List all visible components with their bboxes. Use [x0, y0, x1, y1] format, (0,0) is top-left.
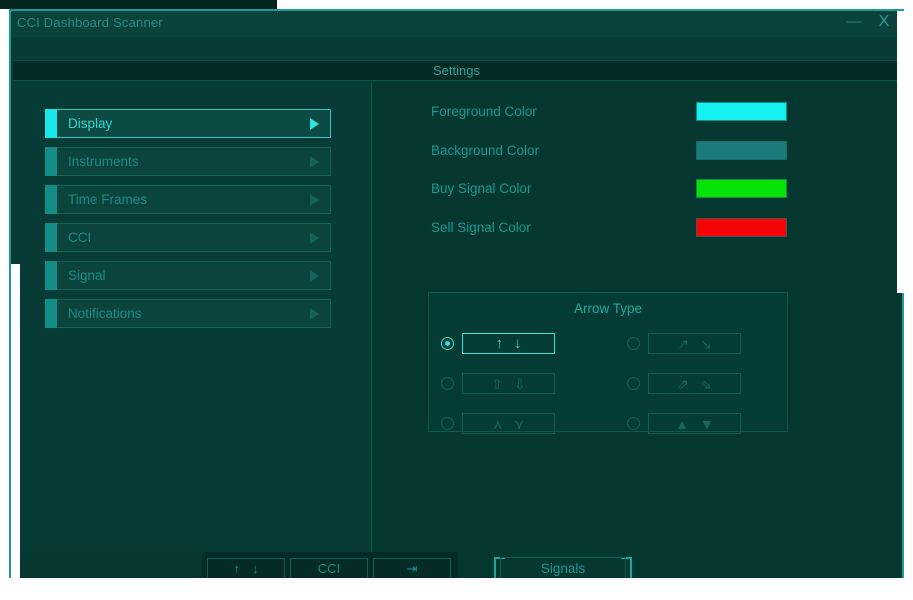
close-button[interactable]: X	[876, 13, 892, 31]
chevron-right-icon	[310, 155, 319, 168]
sidebar-item-notifications[interactable]: Notifications	[45, 299, 331, 328]
settings-header: Settings	[13, 60, 900, 81]
arrow-down-icon: ⇩	[514, 375, 526, 392]
arrow-down-icon: ↘	[700, 335, 712, 352]
arrow-down-icon: ⇘	[700, 375, 712, 392]
sidebar-nav: Display Instruments Time Frames CCI Sign…	[45, 109, 331, 337]
align-start-icon: ⇥	[406, 561, 418, 576]
sidebar-accent-bar	[45, 109, 57, 138]
arrow-up-icon: ⋏	[492, 415, 503, 432]
app-window: CCI Dashboard Scanner — X Settings Displ…	[9, 9, 906, 589]
title-bar: CCI Dashboard Scanner — X	[11, 11, 902, 37]
sidebar-accent-bar	[45, 261, 57, 290]
main-content: Display Instruments Time Frames CCI Sign…	[13, 82, 900, 552]
window-title: CCI Dashboard Scanner	[17, 15, 163, 30]
sidebar-item-label: CCI	[68, 230, 92, 245]
window-shadow-top	[0, 0, 277, 9]
arrow-preview-diagonal-outline[interactable]: ⇗ ⇘	[648, 373, 741, 394]
color-row-sell-signal: Sell Signal Color	[431, 217, 851, 257]
sidebar-item-instruments[interactable]: Instruments	[45, 147, 331, 176]
signals-button-wrap: Signals	[494, 557, 632, 584]
sidebar-accent-bar	[45, 223, 57, 252]
triangle-down-icon: ▼	[700, 415, 714, 432]
cci-button[interactable]: CCI	[290, 558, 368, 579]
arrow-preview-triangle[interactable]: ▲ ▼	[648, 413, 741, 434]
sidebar-item-label: Notifications	[68, 306, 142, 321]
arrow-type-title: Arrow Type	[573, 301, 643, 316]
radio-arrow-filled[interactable]	[441, 337, 454, 350]
radio-arrow-chevron[interactable]	[441, 417, 454, 430]
radio-arrow-diagonal[interactable]	[627, 337, 640, 350]
color-row-buy-signal: Buy Signal Color	[431, 179, 851, 218]
arrow-down-icon: ⋎	[514, 415, 525, 432]
color-label: Buy Signal Color	[431, 181, 532, 196]
window-right-gutter	[897, 11, 906, 293]
arrow-preview-outline[interactable]: ⇧ ⇩	[462, 373, 555, 394]
align-start-button[interactable]: ⇥	[373, 558, 451, 579]
chevron-right-icon	[310, 117, 319, 130]
signals-button[interactable]: Signals	[500, 557, 626, 580]
arrow-option-diagonal-outline[interactable]: ⇗ ⇘	[627, 373, 741, 394]
sidebar: Display Instruments Time Frames CCI Sign…	[13, 82, 372, 552]
chevron-right-icon	[310, 231, 319, 244]
color-settings-group: Foreground Color Background Color Buy Si…	[431, 102, 851, 256]
cci-button-label: CCI	[317, 561, 341, 576]
background-color-swatch[interactable]	[696, 140, 787, 160]
chevron-right-icon	[310, 307, 319, 320]
window-bottom-gutter	[0, 578, 913, 600]
sidebar-accent-bar	[45, 185, 57, 214]
arrow-option-chevron[interactable]: ⋏ ⋎	[441, 413, 555, 434]
radio-arrow-diagonal-outline[interactable]	[627, 377, 640, 390]
arrow-preview-chevron[interactable]: ⋏ ⋎	[462, 413, 555, 434]
sidebar-item-label: Time Frames	[68, 192, 148, 207]
sell-signal-color-swatch[interactable]	[696, 217, 787, 237]
arrow-type-group: Arrow Type ↑ ↓ ⇧ ⇩ ⋏ ⋎ ↗ ↘ ⇗ ⇘ ▲ ▼	[428, 292, 788, 434]
radio-arrow-outline[interactable]	[441, 377, 454, 390]
buy-signal-color-swatch[interactable]	[696, 179, 787, 198]
foreground-color-swatch[interactable]	[696, 102, 787, 121]
sidebar-accent-bar	[45, 299, 57, 328]
window-left-gutter	[11, 264, 20, 589]
arrow-up-icon: ↑	[233, 561, 241, 576]
color-row-background: Background Color	[431, 140, 851, 180]
arrow-preview-filled[interactable]: ↑ ↓	[462, 333, 555, 354]
window-controls: — X	[846, 13, 892, 31]
arrow-up-icon: ↗	[677, 335, 689, 352]
app-root: CCI Dashboard Scanner — X Settings Displ…	[0, 0, 913, 600]
chevron-right-icon	[310, 269, 319, 282]
settings-header-title: Settings	[433, 63, 480, 78]
minimize-button[interactable]: —	[846, 13, 862, 31]
arrow-option-triangle[interactable]: ▲ ▼	[627, 413, 741, 434]
arrow-up-icon: ⇧	[491, 375, 503, 392]
arrow-down-icon: ↓	[514, 335, 522, 352]
sidebar-item-signal[interactable]: Signal	[45, 261, 331, 290]
sidebar-item-label: Signal	[68, 268, 106, 283]
arrows-button[interactable]: ↑ ↓	[207, 558, 285, 579]
arrow-option-outline[interactable]: ⇧ ⇩	[441, 373, 555, 394]
arrow-down-icon: ↓	[252, 561, 259, 576]
sidebar-item-label: Display	[68, 116, 113, 131]
sidebar-item-label: Instruments	[68, 154, 139, 169]
color-label: Foreground Color	[431, 104, 537, 119]
chevron-right-icon	[310, 193, 319, 206]
sidebar-item-display[interactable]: Display	[45, 109, 331, 138]
color-label: Sell Signal Color	[431, 219, 531, 235]
sidebar-item-cci[interactable]: CCI	[45, 223, 331, 252]
arrow-preview-diagonal[interactable]: ↗ ↘	[648, 333, 741, 354]
color-label: Background Color	[431, 142, 540, 158]
settings-panel: Foreground Color Background Color Buy Si…	[373, 82, 900, 552]
triangle-up-icon: ▲	[675, 415, 689, 432]
color-row-foreground: Foreground Color	[431, 102, 851, 141]
radio-arrow-triangle[interactable]	[627, 417, 640, 430]
arrow-option-diagonal[interactable]: ↗ ↘	[627, 333, 741, 354]
sidebar-item-time-frames[interactable]: Time Frames	[45, 185, 331, 214]
arrow-up-icon: ⇗	[677, 375, 689, 392]
sidebar-accent-bar	[45, 147, 57, 176]
arrow-option-filled[interactable]: ↑ ↓	[441, 333, 555, 354]
arrow-up-icon: ↑	[495, 335, 504, 352]
